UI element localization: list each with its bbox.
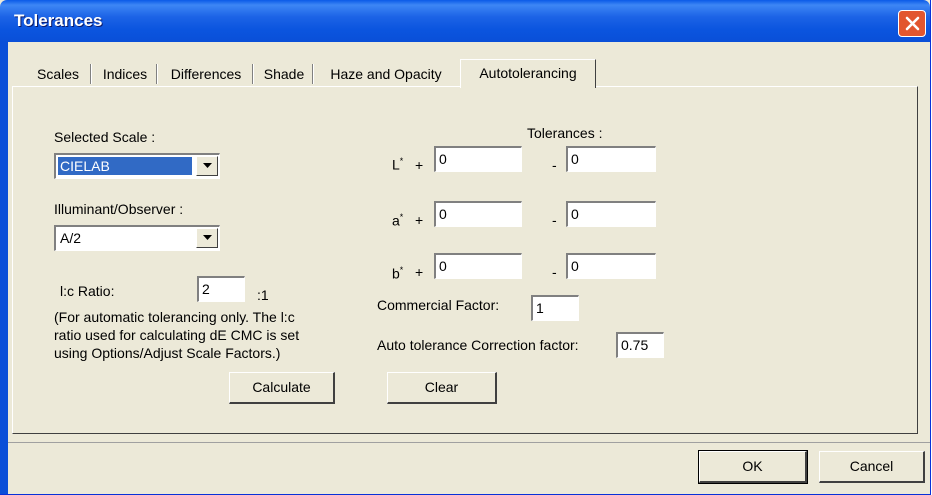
dropdown-button[interactable] [196, 156, 218, 176]
cancel-button[interactable]: Cancel [819, 451, 925, 483]
tolerances-dialog: Tolerances Scales Indices Differences Sh… [0, 0, 931, 495]
a-letter: a [392, 212, 400, 229]
minus-sign: - [552, 264, 557, 280]
tolerances-header: Tolerances : [527, 125, 603, 141]
b-star-label: b* [392, 262, 403, 282]
footer-divider [8, 442, 930, 443]
tab-separator [312, 64, 314, 84]
window-left-border [0, 42, 8, 494]
l-sup: * [399, 156, 404, 166]
b-minus-tolerance-input[interactable]: 0 [566, 253, 656, 279]
calculate-button[interactable]: Calculate [229, 372, 335, 404]
note-line: ratio used for calculating dE CMC is set [54, 327, 300, 343]
chevron-down-icon [203, 163, 212, 168]
lc-ratio-label: l:c Ratio: [60, 283, 115, 299]
tab-shade[interactable]: Shade [256, 62, 312, 86]
commercial-factor-label: Commercial Factor: [377, 297, 500, 313]
lc-ratio-suffix: :1 [257, 287, 269, 303]
plus-sign: + [415, 157, 424, 173]
tab-haze-and-opacity[interactable]: Haze and Opacity [316, 62, 456, 86]
l-minus-tolerance-input[interactable]: 0 [566, 146, 656, 172]
tab-autotolerancing[interactable]: Autotolerancing [460, 59, 596, 88]
note-line: using Options/Adjust Scale Factors.) [54, 345, 281, 361]
dropdown-button[interactable] [196, 228, 218, 248]
close-icon [905, 16, 920, 31]
l-star-label: L* [392, 153, 403, 173]
plus-sign: + [415, 212, 424, 228]
tab-differences[interactable]: Differences [160, 62, 252, 86]
ok-button[interactable]: OK [698, 450, 808, 484]
close-button[interactable] [898, 10, 926, 37]
minus-sign: - [552, 157, 557, 173]
title-bar[interactable]: Tolerances [0, 0, 930, 42]
a-sup: * [399, 212, 404, 222]
illuminant-observer-value: A/2 [60, 230, 82, 246]
b-plus-tolerance-input[interactable]: 0 [434, 253, 522, 279]
a-plus-tolerance-input[interactable]: 0 [434, 201, 522, 227]
lc-ratio-input[interactable]: 2 [197, 276, 245, 302]
clear-button[interactable]: Clear [387, 372, 497, 404]
auto-tolerance-label: Auto tolerance Correction factor: [377, 337, 579, 353]
plus-sign: + [415, 264, 424, 280]
tab-separator [252, 64, 254, 84]
tab-scales[interactable]: Scales [26, 62, 90, 86]
selected-scale-dropdown[interactable]: CIELAB [54, 153, 220, 179]
selected-scale-value: CIELAB [58, 157, 192, 175]
chevron-down-icon [203, 235, 212, 240]
a-star-label: a* [392, 209, 403, 229]
b-letter: b [392, 265, 400, 282]
minus-sign: - [552, 212, 557, 228]
tab-indices[interactable]: Indices [94, 62, 156, 86]
b-sup: * [399, 265, 404, 275]
l-plus-tolerance-input[interactable]: 0 [434, 146, 522, 172]
note-line: (For automatic tolerancing only. The l:c [54, 309, 295, 325]
tab-separator [90, 64, 92, 84]
l-letter: L [392, 156, 400, 173]
illuminant-observer-dropdown[interactable]: A/2 [54, 225, 220, 251]
illuminant-observer-label: Illuminant/Observer : [54, 201, 184, 217]
selected-scale-label: Selected Scale : [54, 129, 156, 145]
window-title: Tolerances [14, 11, 103, 30]
tab-separator [156, 64, 158, 84]
autotolerancing-panel: Selected Scale : CIELAB Illuminant/Obser… [12, 86, 918, 434]
auto-tolerance-input[interactable]: 0.75 [616, 332, 664, 358]
a-minus-tolerance-input[interactable]: 0 [566, 201, 656, 227]
commercial-factor-input[interactable]: 1 [531, 295, 579, 321]
